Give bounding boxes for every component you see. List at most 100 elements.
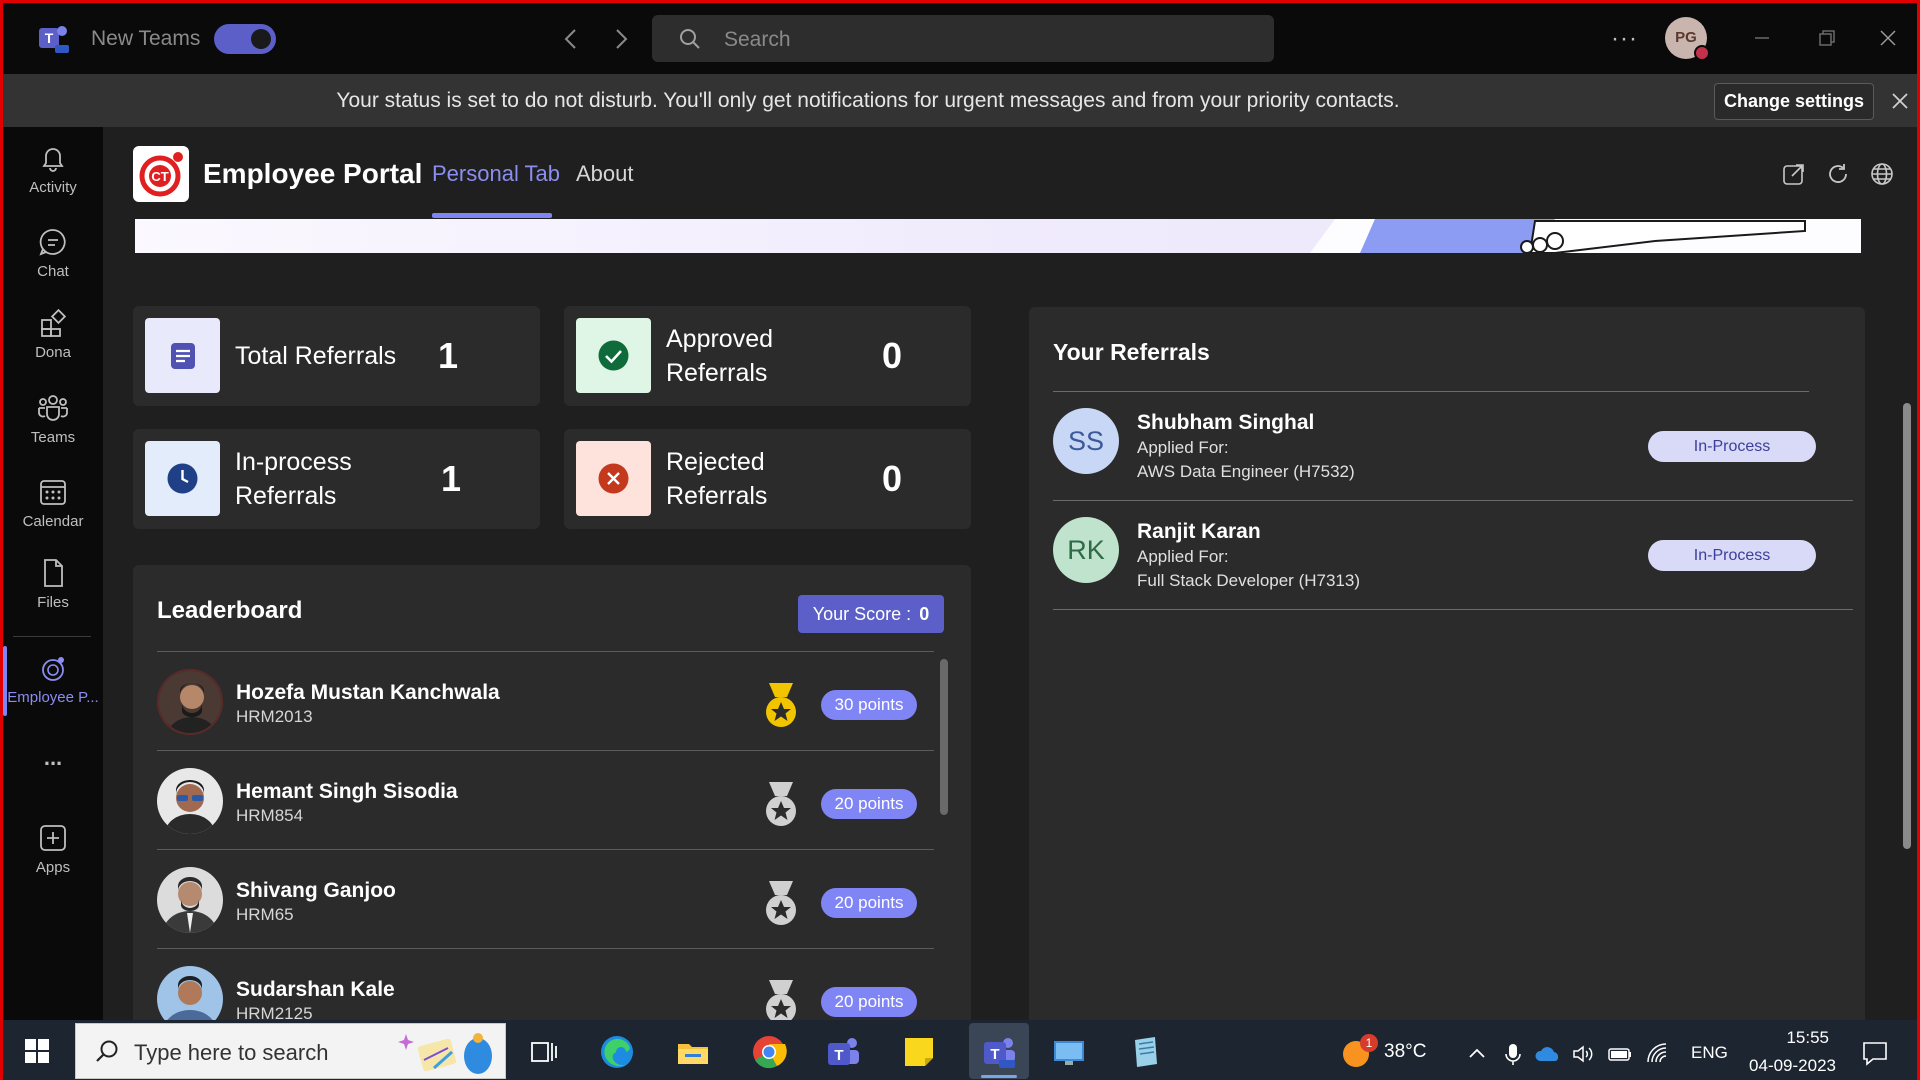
silver-medal-icon (761, 780, 801, 830)
stat-value: 1 (441, 458, 462, 499)
rail-label: Teams (30, 429, 76, 446)
rail-item-employee-portal[interactable]: Employee P... (3, 651, 103, 706)
chrome-icon[interactable] (751, 1034, 787, 1070)
close-banner-icon[interactable] (1888, 89, 1912, 113)
clock-time[interactable]: 15:55 (1743, 1028, 1829, 1048)
main-scrollbar[interactable] (1903, 403, 1911, 849)
refresh-icon[interactable] (1825, 161, 1851, 187)
leaderboard-row[interactable]: Hemant Singh Sisodia HRM854 20 points (157, 752, 934, 851)
leaderboard-divider (157, 849, 934, 850)
file-explorer-icon[interactable] (675, 1034, 711, 1070)
remote-desktop-icon[interactable] (1051, 1034, 1087, 1070)
leaderboard-divider (157, 948, 934, 949)
referral-avatar: SS (1053, 408, 1119, 474)
leaderboard-employee-id: HRM2013 (236, 707, 313, 726)
search-icon (678, 27, 702, 51)
back-arrow-icon[interactable] (558, 25, 584, 53)
rail-item-chat[interactable]: Chat (3, 225, 103, 280)
restore-icon[interactable] (1811, 23, 1841, 53)
teams-classic-icon[interactable]: T (825, 1034, 861, 1070)
leaderboard-row[interactable]: Sudarshan Kale HRM2125 20 points (157, 950, 934, 1020)
svg-text:T: T (990, 1046, 999, 1063)
weather-icon[interactable]: 1 (1340, 1034, 1378, 1070)
apps-grid-icon (41, 308, 67, 337)
windows-start-icon[interactable] (25, 1039, 49, 1063)
notepad-app-icon[interactable] (1127, 1034, 1163, 1070)
score-value: 0 (919, 604, 930, 624)
teams-new-taskbar-button[interactable]: T (969, 1023, 1029, 1079)
edge-browser-icon[interactable] (599, 1034, 635, 1070)
stat-label: In-process Referrals (235, 448, 352, 510)
rail-more-icon[interactable]: ... (3, 745, 103, 771)
tab-about[interactable]: About (576, 161, 634, 187)
stat-label: Total Referrals (235, 342, 397, 370)
clock-date[interactable]: 04-09-2023 (1736, 1056, 1836, 1076)
document-icon (145, 318, 220, 393)
taskbar-search-placeholder: Type here to search (134, 1040, 329, 1065)
search-highlight-illustration-icon (388, 1028, 502, 1076)
referral-name: Shubham Singhal (1137, 411, 1315, 434)
rail-label: Calendar (22, 513, 84, 530)
check-circle-icon (576, 318, 651, 393)
referrals-title: Your Referrals (1053, 339, 1210, 365)
rail-item-dona[interactable]: Dona (3, 306, 103, 361)
taskbar-search-input[interactable]: Type here to search (75, 1023, 506, 1079)
battery-icon[interactable] (1607, 1042, 1631, 1066)
active-app-indicator (981, 1075, 1017, 1078)
rail-item-calendar[interactable]: Calendar (3, 475, 103, 530)
points-badge: 20 points (821, 888, 917, 918)
input-language[interactable]: ENG (1691, 1043, 1728, 1063)
score-label: Your Score : (812, 604, 912, 624)
notification-center-icon[interactable] (1861, 1039, 1889, 1067)
search-input[interactable]: Search (652, 15, 1274, 62)
silver-medal-icon (761, 879, 801, 929)
stat-label: Approved Referrals (666, 325, 774, 387)
leaderboard-row[interactable]: Shivang Ganjoo HRM65 20 points (157, 851, 934, 950)
weather-temperature[interactable]: 38°C (1384, 1041, 1426, 1063)
stat-card-total-referrals: Total Referrals 1 (133, 306, 540, 406)
teams-icon (38, 395, 68, 421)
leaderboard-employee-id: HRM65 (236, 905, 294, 924)
gold-medal-icon (761, 681, 801, 731)
change-settings-button[interactable]: Change settings (1714, 83, 1874, 120)
avatar (157, 669, 223, 735)
referral-status-badge: In-Process (1648, 540, 1816, 571)
onedrive-icon[interactable] (1534, 1042, 1559, 1066)
rail-label: Dona (35, 344, 71, 361)
forward-arrow-icon[interactable] (608, 25, 634, 53)
leaderboard-employee-id: HRM854 (236, 806, 304, 825)
hero-banner-image (135, 219, 1861, 253)
referral-avatar: RK (1053, 517, 1119, 583)
tab-personal[interactable]: Personal Tab (432, 161, 560, 187)
dnd-status-icon (1694, 45, 1710, 61)
rail-item-teams[interactable]: Teams (3, 391, 103, 446)
new-teams-toggle[interactable] (214, 24, 276, 54)
user-avatar[interactable]: PG (1665, 17, 1710, 61)
stat-card-inprocess-referrals: In-process Referrals 1 (133, 429, 540, 529)
svg-text:T: T (834, 1047, 843, 1064)
microphone-icon[interactable] (1501, 1042, 1525, 1066)
chevron-up-icon[interactable] (1465, 1042, 1489, 1066)
pop-out-icon[interactable] (1781, 161, 1807, 187)
more-options-icon[interactable]: ··· (1611, 25, 1638, 53)
leaderboard-scrollbar[interactable] (940, 659, 948, 815)
teams-logo-icon: T (37, 23, 69, 55)
x-circle-icon (576, 441, 651, 516)
leaderboard-row[interactable]: Hozefa Mustan Kanchwala HRM2013 30 point… (157, 653, 934, 752)
leaderboard-name: Shivang Ganjoo (236, 879, 396, 902)
wifi-icon[interactable] (1645, 1042, 1669, 1066)
search-icon (94, 1039, 120, 1065)
stat-label: Rejected Referrals (666, 448, 768, 510)
rail-item-files[interactable]: Files (3, 556, 103, 611)
sticky-notes-icon[interactable] (901, 1034, 937, 1070)
rail-item-apps[interactable]: Apps (3, 821, 103, 876)
globe-icon[interactable] (1869, 161, 1895, 187)
stat-value: 0 (882, 335, 903, 376)
minimize-icon[interactable] (1747, 23, 1777, 53)
volume-icon[interactable] (1571, 1042, 1595, 1066)
rail-label: Apps (35, 859, 71, 876)
task-view-icon[interactable] (525, 1034, 561, 1070)
rail-item-activity[interactable]: Activity (3, 141, 103, 196)
close-window-icon[interactable] (1873, 23, 1903, 53)
rail-label: Employee P... (7, 689, 99, 706)
